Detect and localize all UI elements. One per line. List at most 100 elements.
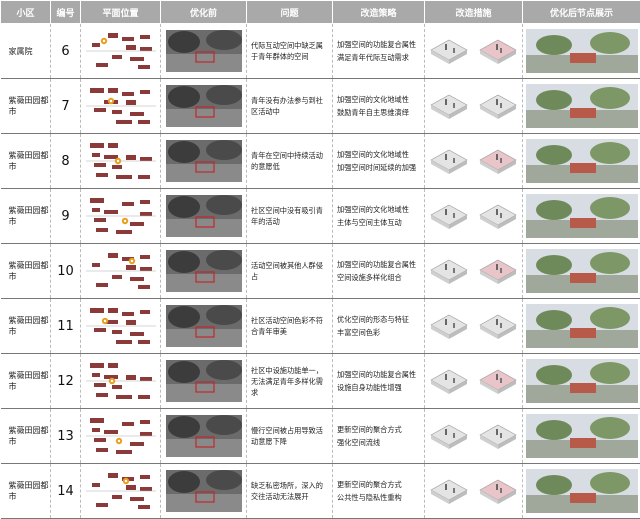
district-cell: 家属院	[1, 24, 51, 79]
before-photo	[166, 30, 242, 72]
after-render-cell	[523, 409, 640, 464]
number-cell: 11	[51, 299, 81, 354]
measure-diagram-before	[429, 254, 469, 288]
strategy-line-1: 加强空间的文化地域性	[337, 93, 420, 106]
header-after: 优化后节点展示	[523, 1, 640, 24]
strategy-line-2: 丰富空间色彩	[337, 326, 420, 339]
strategy-line-1: 加强空间的功能复合属性	[337, 368, 420, 381]
after-render-cell	[523, 189, 640, 244]
plan-location-cell	[81, 409, 161, 464]
before-photo	[166, 195, 242, 237]
strategy-line-2: 满足青年代际互动需求	[337, 51, 420, 64]
number-cell: 12	[51, 354, 81, 409]
site-plan-map	[86, 414, 156, 458]
number-cell: 6	[51, 24, 81, 79]
strategy-line-1: 加强空间的文化地域性	[337, 148, 420, 161]
strategy-line-2: 空间设施多样化组合	[337, 271, 420, 284]
after-render	[526, 139, 638, 183]
plan-location-cell	[81, 244, 161, 299]
measures-cell	[425, 244, 523, 299]
district-cell: 紫薇田园都市	[1, 464, 51, 519]
problem-cell: 社区空间中没有吸引青年的活动	[247, 189, 333, 244]
strategy-cell: 加强空间的功能复合属性 空间设施多样化组合	[333, 244, 425, 299]
after-render-cell	[523, 24, 640, 79]
table-row: 紫薇田园都市 12 社区中设施功能单一，无法满足青年多样化需求 加强空间的功能复…	[1, 354, 640, 409]
measure-diagram-before	[429, 89, 469, 123]
before-photo	[166, 250, 242, 292]
district-cell: 紫薇田园都市	[1, 189, 51, 244]
plan-location-cell	[81, 464, 161, 519]
before-photo-cell	[161, 464, 247, 519]
site-plan-map	[86, 194, 156, 238]
after-render-cell	[523, 354, 640, 409]
strategy-line-2: 鼓励青年自主思维演绎	[337, 106, 420, 119]
strategy-line-2: 强化空间流线	[337, 436, 420, 449]
measure-diagram-before	[429, 474, 469, 508]
after-render-cell	[523, 464, 640, 519]
district-cell: 紫薇田园都市	[1, 244, 51, 299]
problem-cell: 代际互动空间中缺乏属于青年群体的空间	[247, 24, 333, 79]
measure-diagram-after	[478, 309, 518, 343]
measure-diagram-before	[429, 144, 469, 178]
table-row: 家属院 6 代际互动空间中缺乏属于青年群体的空间 加强空间的功能复合属性 满足青…	[1, 24, 640, 79]
header-measures: 改造措施	[425, 1, 523, 24]
table-row: 紫薇田园都市 11 社区活动空间色彩不符合青年审美 优化空间的形态与特征 丰富空…	[1, 299, 640, 354]
before-photo	[166, 305, 242, 347]
measures-cell	[425, 409, 523, 464]
after-render	[526, 84, 638, 128]
site-plan-map	[86, 359, 156, 403]
problem-cell: 慢行空间被占用导致活动意愿下降	[247, 409, 333, 464]
measures-cell	[425, 299, 523, 354]
measures-cell	[425, 464, 523, 519]
number-cell: 10	[51, 244, 81, 299]
measure-diagram-before	[429, 309, 469, 343]
strategy-line-2: 主体与空间主体互动	[337, 216, 420, 229]
measure-diagram-after	[478, 34, 518, 68]
after-render	[526, 194, 638, 238]
before-photo	[166, 470, 242, 512]
district-cell: 紫薇田园都市	[1, 354, 51, 409]
site-plan-map	[86, 29, 156, 73]
site-plan-map	[86, 304, 156, 348]
measure-diagram-after	[478, 144, 518, 178]
district-cell: 紫薇田园都市	[1, 134, 51, 189]
after-render	[526, 304, 638, 348]
problem-cell: 缺乏私密场所，深入的交往活动无法展开	[247, 464, 333, 519]
measures-cell	[425, 24, 523, 79]
measure-diagram-before	[429, 199, 469, 233]
strategy-cell: 加强空间的功能复合属性 设施自身功能性增强	[333, 354, 425, 409]
table-row: 紫薇田园都市 9 社区空间中没有吸引青年的活动 加强空间的文化地域性 主体与空间…	[1, 189, 640, 244]
before-photo	[166, 360, 242, 402]
measures-cell	[425, 134, 523, 189]
after-render-cell	[523, 244, 640, 299]
renovation-table: 小区 编号 平面位置 优化前 问题 改造策略 改造措施 优化后节点展示 家属院 …	[0, 0, 640, 519]
measure-diagram-after	[478, 474, 518, 508]
number-cell: 9	[51, 189, 81, 244]
measure-diagram-after	[478, 419, 518, 453]
problem-cell: 社区中设施功能单一，无法满足青年多样化需求	[247, 354, 333, 409]
measure-diagram-before	[429, 364, 469, 398]
renovation-table-page: 小区 编号 平面位置 优化前 问题 改造策略 改造措施 优化后节点展示 家属院 …	[0, 0, 640, 485]
site-plan-map	[86, 249, 156, 293]
site-plan-map	[86, 84, 156, 128]
before-photo-cell	[161, 409, 247, 464]
problem-cell: 社区活动空间色彩不符合青年审美	[247, 299, 333, 354]
before-photo-cell	[161, 244, 247, 299]
plan-location-cell	[81, 299, 161, 354]
measures-cell	[425, 79, 523, 134]
strategy-cell: 更新空间的聚合方式 公共性与隐私性重构	[333, 464, 425, 519]
header-before: 优化前	[161, 1, 247, 24]
before-photo	[166, 85, 242, 127]
strategy-cell: 加强空间的功能复合属性 满足青年代际互动需求	[333, 24, 425, 79]
number-cell: 7	[51, 79, 81, 134]
after-render	[526, 414, 638, 458]
strategy-line-2: 加强空间时间延续的加强	[337, 161, 420, 174]
measure-diagram-after	[478, 254, 518, 288]
district-cell: 紫薇田园都市	[1, 409, 51, 464]
number-cell: 13	[51, 409, 81, 464]
table-row: 紫薇田园都市 7 青年没有办法参与到社区活动中 加强空间的文化地域性 鼓励青年自…	[1, 79, 640, 134]
after-render-cell	[523, 299, 640, 354]
table-row: 紫薇田园都市 8 青年在空间中持续活动的意愿低 加强空间的文化地域性 加强空间时…	[1, 134, 640, 189]
strategy-line-1: 加强空间的功能复合属性	[337, 38, 420, 51]
strategy-cell: 加强空间的文化地域性 加强空间时间延续的加强	[333, 134, 425, 189]
